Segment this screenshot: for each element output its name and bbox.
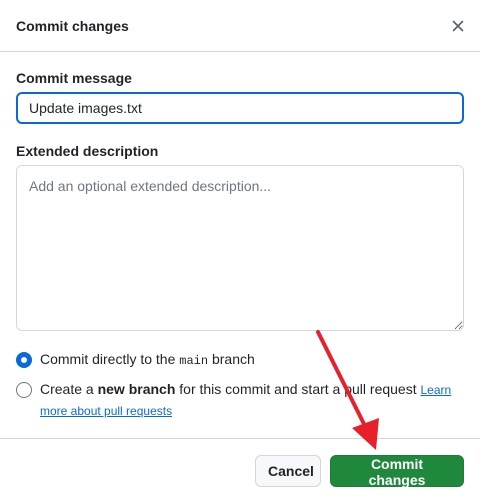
close-button[interactable]	[448, 16, 468, 36]
new-branch-radio[interactable]	[16, 382, 32, 398]
extended-description-label: Extended description	[16, 143, 159, 159]
commit-directly-text-after: branch	[208, 351, 255, 367]
dialog-title: Commit changes	[16, 17, 129, 34]
commit-message-input[interactable]	[16, 92, 464, 124]
new-branch-label: Create a new branch for this commit and …	[40, 379, 464, 421]
new-branch-bold-text: new branch	[97, 381, 176, 397]
close-icon	[452, 20, 464, 31]
new-branch-text-before: Create a	[40, 381, 98, 397]
branch-options: Commit directly to the main branch Creat…	[16, 351, 464, 421]
extended-description-textarea[interactable]	[16, 165, 464, 331]
dialog-footer: Cancel Commit changes	[0, 438, 480, 502]
dialog-header: Commit changes	[0, 0, 480, 52]
cancel-button[interactable]: Cancel	[255, 454, 321, 487]
dialog-body: Commit message Extended description Comm…	[0, 52, 480, 421]
commit-message-label: Commit message	[16, 70, 132, 86]
commit-directly-option[interactable]: Commit directly to the main branch	[16, 351, 464, 371]
commit-directly-text-before: Commit directly to the	[40, 351, 180, 367]
commit-changes-button[interactable]: Commit changes	[330, 454, 464, 488]
commit-dialog: Commit changes Commit message Extended d…	[0, 0, 480, 502]
branch-name: main	[179, 354, 209, 368]
new-branch-option[interactable]: Create a new branch for this commit and …	[16, 381, 464, 421]
new-branch-text-after: for this commit and start a pull request	[175, 381, 421, 397]
commit-directly-label: Commit directly to the main branch	[40, 349, 255, 371]
commit-directly-radio[interactable]	[16, 352, 32, 368]
